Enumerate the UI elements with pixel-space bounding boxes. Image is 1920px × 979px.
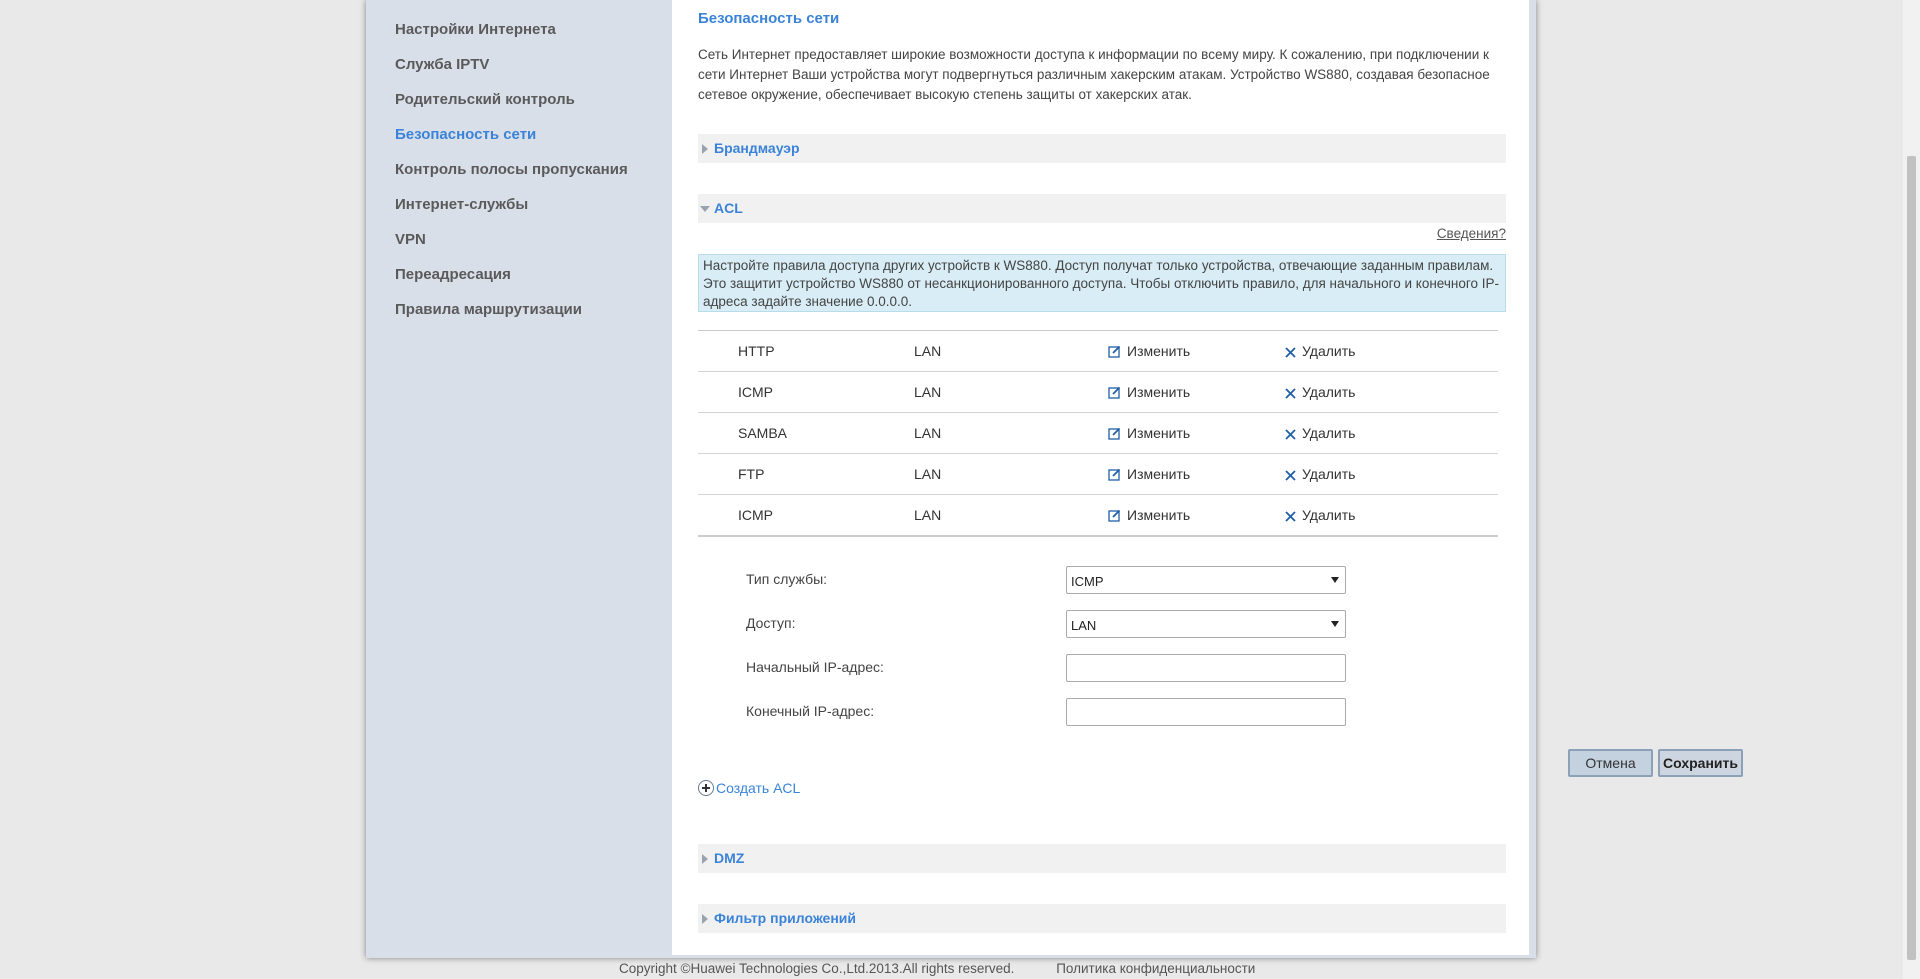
sidebar-item-parental-control[interactable]: Родительский контроль (395, 91, 575, 108)
table-row: ICMP LAN Изменить Удалить (698, 372, 1498, 413)
section-acl-header[interactable]: ACL (698, 194, 1506, 223)
delete-button[interactable]: Удалить (1285, 507, 1355, 523)
close-icon (1285, 347, 1296, 358)
acl-access: LAN (914, 384, 942, 400)
start-ip-input[interactable] (1066, 654, 1346, 682)
sidebar-item-iptv[interactable]: Служба IPTV (395, 56, 489, 73)
delete-label: Удалить (1302, 384, 1356, 400)
acl-service: ICMP (738, 384, 773, 400)
sidebar-item-internet-settings[interactable]: Настройки Интернета (395, 21, 556, 38)
section-dmz-header[interactable]: DMZ (698, 844, 1506, 873)
access-select[interactable]: LAN (1066, 610, 1346, 638)
acl-service: ICMP (738, 507, 773, 523)
edit-button[interactable]: Изменить (1108, 466, 1190, 482)
create-acl-label: Создать ACL (716, 780, 801, 796)
table-row: SAMBA LAN Изменить Удалить (698, 413, 1498, 454)
acl-access: LAN (914, 343, 942, 359)
add-circle-icon (698, 780, 714, 796)
edit-label: Изменить (1127, 343, 1191, 359)
edit-icon (1108, 468, 1121, 481)
table-row: ICMP LAN Изменить Удалить (698, 495, 1498, 537)
close-icon (1285, 470, 1296, 481)
table-row: FTP LAN Изменить Удалить (698, 454, 1498, 495)
page-title: Безопасность сети (698, 10, 840, 27)
sidebar: Настройки Интернета Служба IPTV Родитель… (366, 0, 672, 958)
save-button[interactable]: Сохранить (1658, 749, 1743, 777)
delete-label: Удалить (1302, 507, 1356, 523)
acl-info-note: Настройте правила доступа других устройс… (698, 254, 1506, 312)
delete-button[interactable]: Удалить (1285, 425, 1355, 441)
copyright-text: Copyright ©Huawei Technologies Co.,Ltd.2… (619, 961, 1015, 976)
acl-access: LAN (914, 507, 942, 523)
edit-label: Изменить (1127, 425, 1191, 441)
footer: Copyright ©Huawei Technologies Co.,Ltd.2… (619, 961, 1293, 976)
dropdown-arrow-icon (1331, 577, 1339, 583)
edit-button[interactable]: Изменить (1108, 343, 1190, 359)
sidebar-item-network-security[interactable]: Безопасность сети (395, 126, 536, 143)
edit-label: Изменить (1127, 466, 1191, 482)
edit-icon (1108, 386, 1121, 399)
edit-icon (1108, 509, 1121, 522)
end-ip-input[interactable] (1066, 698, 1346, 726)
expand-right-icon (702, 144, 708, 154)
sidebar-item-routing-rules[interactable]: Правила маршрутизации (395, 301, 582, 318)
help-link[interactable]: Сведения? (1437, 226, 1506, 241)
edit-label: Изменить (1127, 507, 1191, 523)
acl-access: LAN (914, 466, 942, 482)
section-acl-label: ACL (714, 200, 743, 216)
close-icon (1285, 388, 1296, 399)
sidebar-item-vpn[interactable]: VPN (395, 231, 426, 248)
close-icon (1285, 429, 1296, 440)
service-type-select[interactable]: ICMP (1066, 566, 1346, 594)
page-scrollbar[interactable] (1903, 0, 1920, 979)
acl-service: SAMBA (738, 425, 788, 441)
intro-text: Сеть Интернет предоставляет широкие возм… (698, 47, 1490, 102)
sidebar-item-forwarding[interactable]: Переадресация (395, 266, 511, 283)
table-row: HTTP LAN Изменить Удалить (698, 331, 1498, 372)
privacy-link[interactable]: Политика конфиденциальности (1056, 961, 1255, 976)
delete-label: Удалить (1302, 466, 1356, 482)
section-app-filter-label: Фильтр приложений (714, 910, 857, 926)
delete-button[interactable]: Удалить (1285, 384, 1355, 400)
delete-label: Удалить (1302, 425, 1356, 441)
section-dmz-label: DMZ (714, 850, 745, 866)
service-type-label: Тип службы: (746, 571, 828, 587)
collapse-down-icon (700, 206, 710, 212)
section-firewall-label: Брандмауэр (714, 140, 800, 156)
start-ip-label: Начальный IP-адрес: (746, 659, 884, 675)
edit-button[interactable]: Изменить (1108, 384, 1190, 400)
close-icon (1285, 511, 1296, 522)
scrollbar-thumb[interactable] (1907, 156, 1916, 960)
router-frame: Настройки Интернета Служба IPTV Родитель… (366, 0, 1743, 958)
edit-label: Изменить (1127, 384, 1191, 400)
expand-right-icon (702, 854, 708, 864)
delete-button[interactable]: Удалить (1285, 466, 1355, 482)
acl-service: FTP (738, 466, 765, 482)
cancel-button[interactable]: Отмена (1568, 749, 1653, 777)
edit-icon (1108, 427, 1121, 440)
sidebar-item-bandwidth-control[interactable]: Контроль полосы пропускания (395, 161, 628, 178)
end-ip-label: Конечный IP-адрес: (746, 703, 875, 719)
edit-button[interactable]: Изменить (1108, 507, 1190, 523)
acl-table: HTTP LAN Изменить Удалить ICMP LAN Измен… (698, 330, 1498, 537)
section-app-filter-header[interactable]: Фильтр приложений (698, 904, 1506, 933)
acl-service: HTTP (738, 343, 775, 359)
service-type-value: ICMP (1071, 574, 1104, 589)
sidebar-item-internet-services[interactable]: Интернет-службы (395, 196, 528, 213)
edit-icon (1108, 345, 1121, 358)
acl-access: LAN (914, 425, 942, 441)
delete-button[interactable]: Удалить (1285, 343, 1355, 359)
edit-button[interactable]: Изменить (1108, 425, 1190, 441)
create-acl-button[interactable]: Создать ACL (698, 780, 800, 796)
dropdown-arrow-icon (1331, 621, 1339, 627)
access-label: Доступ: (746, 615, 796, 631)
main-content: Безопасность сети Сеть Интернет предоста… (672, 0, 1743, 955)
delete-label: Удалить (1302, 343, 1356, 359)
access-value: LAN (1071, 618, 1097, 633)
section-firewall-header[interactable]: Брандмауэр (698, 134, 1506, 163)
expand-right-icon (702, 914, 708, 924)
